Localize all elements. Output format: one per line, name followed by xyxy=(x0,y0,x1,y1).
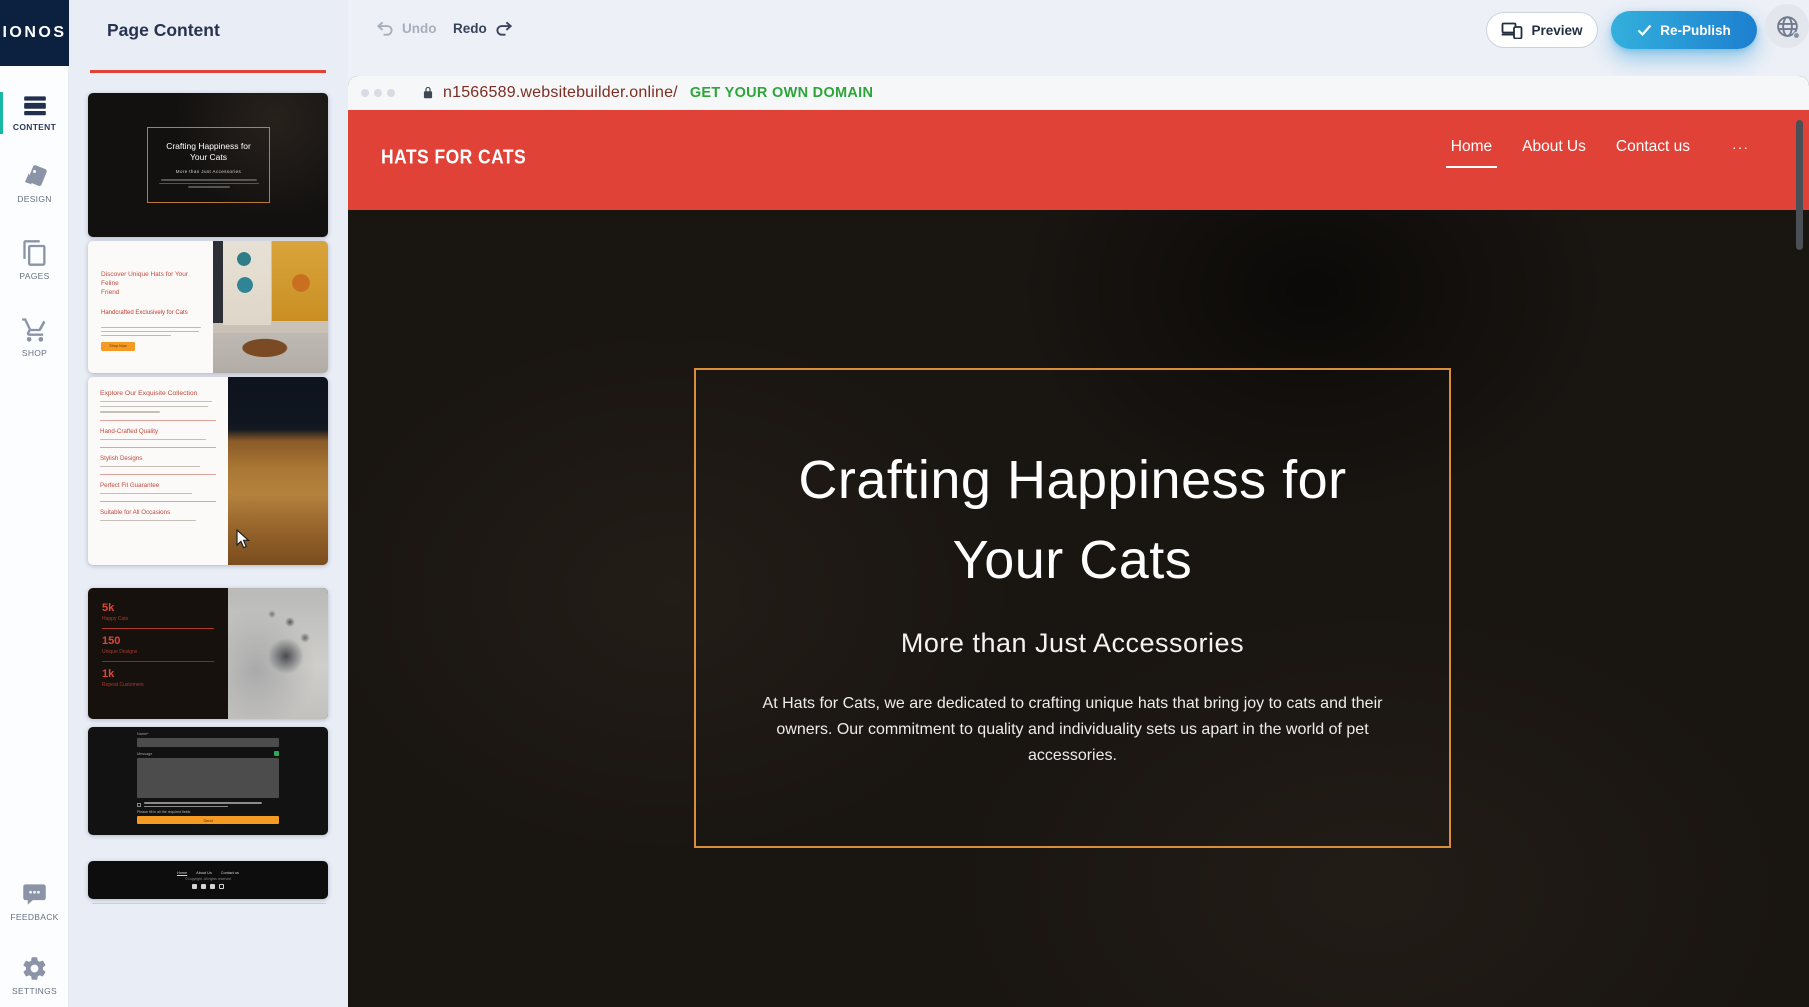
thumb-social-icons xyxy=(192,884,224,889)
thumb-shop-now-button: Shop Now xyxy=(101,342,135,351)
app-window: IONOS CONTENT DESIGN PAGES xyxy=(0,0,1809,1007)
undo-button[interactable]: Undo xyxy=(375,20,437,36)
browser-url-bar: n1566589.websitebuilder.online/ GET YOUR… xyxy=(348,76,1809,110)
content-icon xyxy=(22,92,48,118)
preview-button[interactable]: Preview xyxy=(1486,12,1598,48)
site-url[interactable]: n1566589.websitebuilder.online/ xyxy=(443,84,678,102)
thumb-hero-paragraph xyxy=(148,179,269,188)
thumb-street-cat-photo xyxy=(213,241,328,373)
nav-about-us[interactable]: About Us xyxy=(1522,137,1586,157)
sidebar-item-pages[interactable]: PAGES xyxy=(0,239,69,281)
thumb-pawprint-photo xyxy=(228,588,328,719)
panel-divider xyxy=(92,903,326,904)
icon-sidebar: IONOS CONTENT DESIGN PAGES xyxy=(0,0,69,1007)
thumb-footer-nav: Home About Us Contact us xyxy=(177,871,239,875)
thumbnail-contact-form-section[interactable]: Name* Message Please fill in all the req… xyxy=(88,727,328,835)
nav-home[interactable]: Home xyxy=(1451,137,1492,157)
page-content-panel: Page Content Crafting Happiness for Your… xyxy=(69,0,348,1007)
lock-icon xyxy=(421,85,435,101)
sidebar-item-label: PAGES xyxy=(0,271,69,281)
thumb-image-icon xyxy=(274,751,279,756)
get-domain-link[interactable]: GET YOUR OWN DOMAIN xyxy=(690,85,873,101)
sidebar-item-label: SHOP xyxy=(0,348,69,358)
thumb-footer-copyright: ©Copyright. All rights reserved xyxy=(185,877,231,881)
settings-gear-icon xyxy=(21,955,48,982)
ionos-logo: IONOS xyxy=(0,0,69,66)
site-preview-window: n1566589.websitebuilder.online/ GET YOUR… xyxy=(348,76,1809,1007)
check-icon xyxy=(1637,24,1652,36)
browser-dots xyxy=(361,89,395,97)
thumb-discover-text: Discover Unique Hats for Your Feline Fri… xyxy=(88,241,213,373)
social-icon xyxy=(210,884,215,889)
site-nav: Home About Us Contact us ··· xyxy=(1451,137,1749,157)
thumbnail-hero-section[interactable]: Crafting Happiness for Your Cats More th… xyxy=(88,93,328,237)
feedback-bubble-icon xyxy=(21,881,48,908)
thumb-message-textarea xyxy=(137,758,279,798)
redo-button[interactable]: Redo xyxy=(453,20,514,36)
social-icon xyxy=(192,884,197,889)
thumb-hero-frame: Crafting Happiness for Your Cats More th… xyxy=(147,127,270,203)
thumb-collection-text: Explore Our Exquisite Collection Hand-Cr… xyxy=(88,377,228,565)
sidebar-item-design[interactable]: DESIGN xyxy=(0,163,69,204)
devices-icon xyxy=(1501,22,1523,39)
undo-icon xyxy=(375,20,394,36)
design-icon xyxy=(21,163,48,190)
sidebar-item-feedback[interactable]: FEEDBACK xyxy=(0,881,69,922)
mouse-cursor xyxy=(236,529,251,555)
social-icon xyxy=(201,884,206,889)
hero-paragraph[interactable]: At Hats for Cats, we are dedicated to cr… xyxy=(753,691,1393,769)
sidebar-item-label: FEEDBACK xyxy=(0,912,69,922)
redo-label: Redo xyxy=(453,21,487,36)
sidebar-item-label: CONTENT xyxy=(0,122,69,132)
nav-contact-us[interactable]: Contact us xyxy=(1616,137,1690,157)
hero-title[interactable]: Crafting Happiness for Your Cats xyxy=(798,440,1346,600)
thumb-hero-subtitle: More than Just Accessories xyxy=(176,169,241,174)
preview-label: Preview xyxy=(1531,23,1582,38)
thumbnail-discover-section[interactable]: Discover Unique Hats for Your Feline Fri… xyxy=(88,241,328,373)
selected-section-indicator xyxy=(90,70,326,73)
preview-scrollbar-thumb[interactable] xyxy=(1796,120,1803,250)
undo-label: Undo xyxy=(402,21,437,36)
editor-main: Undo Redo Preview Re-Publish xyxy=(348,0,1809,1007)
nav-more-menu[interactable]: ··· xyxy=(1732,139,1749,155)
panel-title: Page Content xyxy=(107,20,220,41)
site-hero-section: Crafting Happiness for Your Cats More th… xyxy=(348,210,1809,1007)
thumbnail-stats-section[interactable]: 5k Happy Cats 150 Unique Designs 1k Repe… xyxy=(88,588,328,719)
hero-subtitle[interactable]: More than Just Accessories xyxy=(901,628,1244,659)
thumbnail-footer-section[interactable]: Home About Us Contact us ©Copyright. All… xyxy=(88,861,328,899)
site-header: HATS FOR CATS Home About Us Contact us ·… xyxy=(348,110,1809,210)
republish-label: Re-Publish xyxy=(1660,23,1731,38)
thumb-name-input xyxy=(137,738,279,747)
thumb-form: Name* Message Please fill in all the req… xyxy=(137,732,279,824)
site-brand[interactable]: HATS FOR CATS xyxy=(381,146,526,170)
thumb-discover-paragraph xyxy=(101,327,203,336)
thumb-send-button: Send xyxy=(137,816,279,824)
hero-content-box[interactable]: Crafting Happiness for Your Cats More th… xyxy=(694,368,1451,848)
thumb-stats-text: 5k Happy Cats 150 Unique Designs 1k Repe… xyxy=(88,588,228,719)
sidebar-item-shop[interactable]: SHOP xyxy=(0,316,69,358)
thumb-hero-title: Crafting Happiness for Your Cats xyxy=(166,141,251,163)
thumb-consent-row xyxy=(137,802,279,807)
language-globe-button[interactable] xyxy=(1765,4,1809,48)
republish-button[interactable]: Re-Publish xyxy=(1611,11,1757,49)
sidebar-item-content[interactable]: CONTENT xyxy=(0,92,69,132)
shop-cart-icon xyxy=(21,316,49,344)
sidebar-item-label: DESIGN xyxy=(0,194,69,204)
pages-icon xyxy=(21,239,49,267)
social-icon xyxy=(219,884,224,889)
sidebar-item-label: SETTINGS xyxy=(0,986,69,996)
sidebar-item-settings[interactable]: SETTINGS xyxy=(0,955,69,996)
thumbnail-collection-section[interactable]: Explore Our Exquisite Collection Hand-Cr… xyxy=(88,377,328,565)
redo-icon xyxy=(495,20,514,36)
globe-badge xyxy=(1793,32,1800,39)
